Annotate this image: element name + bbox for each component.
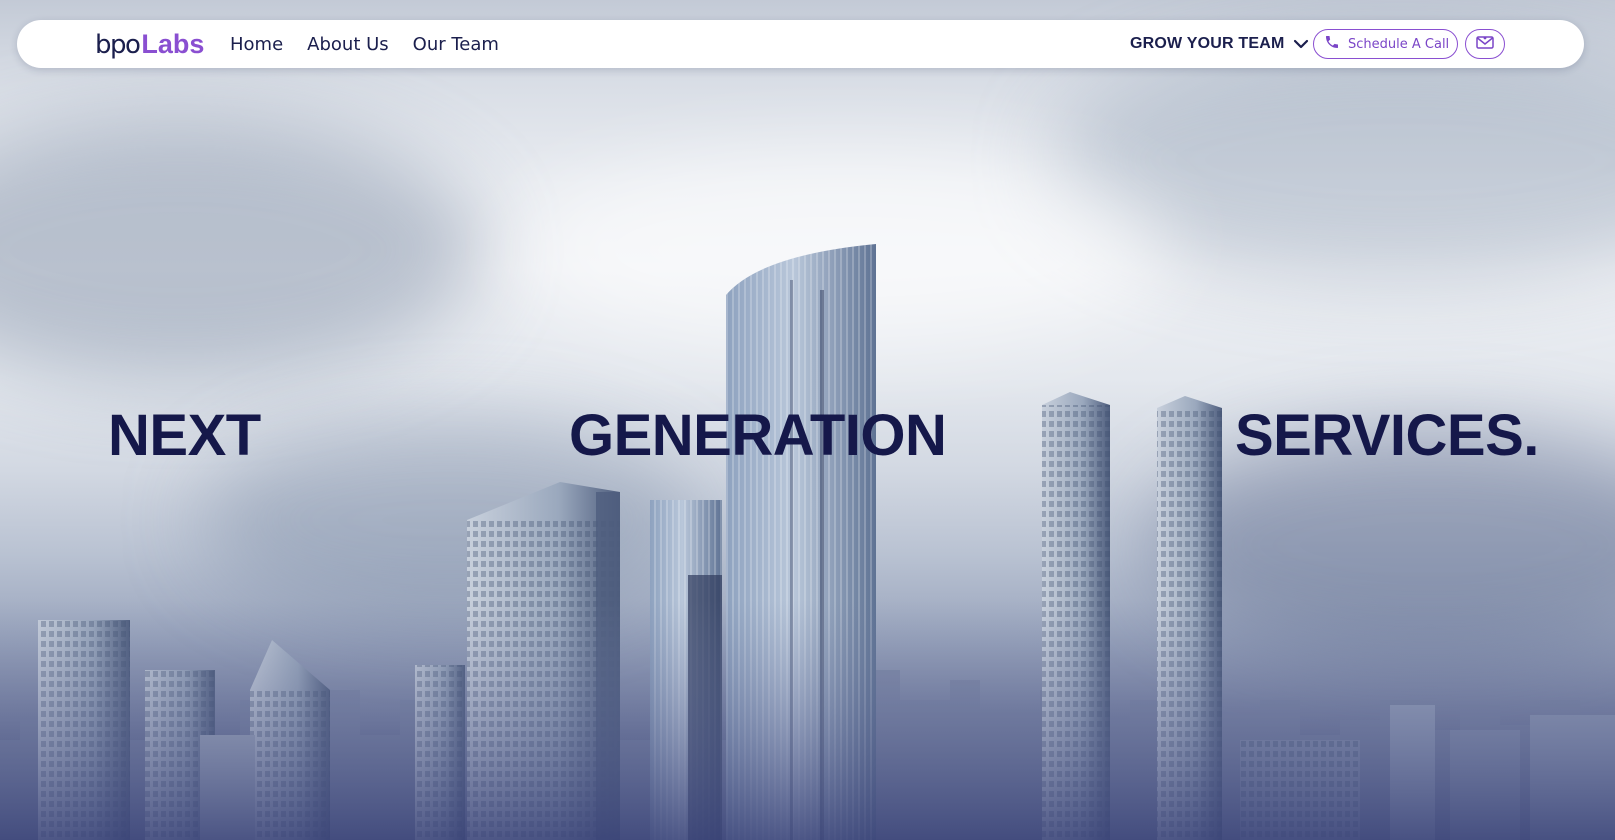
headline-word-generation: GENERATION [569,403,947,468]
hero-section: bpo Labs Home About Us Our Team GROW YOU… [0,0,1615,840]
schedule-call-label: Schedule A Call [1348,36,1450,52]
grow-your-team-label: GROW YOUR TEAM [1130,35,1285,52]
headline-word-services: SERVICES. [1235,403,1539,468]
schedule-call-button[interactable]: Schedule A Call [1313,29,1458,59]
brand-logo[interactable]: bpo Labs [95,26,204,62]
nav-link-about-us[interactable]: About Us [307,34,389,55]
logo-text-bpo: bpo [95,30,141,60]
nav-link-home[interactable]: Home [230,34,283,55]
phone-icon [1324,34,1340,55]
headline-word-next: NEXT [108,403,261,468]
grow-your-team-dropdown[interactable]: GROW YOUR TEAM [1130,20,1309,68]
nav-links: Home About Us Our Team [230,20,523,68]
mail-icon [1475,34,1495,55]
nav-link-our-team[interactable]: Our Team [413,34,499,55]
top-navbar: bpo Labs Home About Us Our Team GROW YOU… [17,20,1584,68]
contact-mail-button[interactable] [1465,29,1505,59]
logo-text-labs: Labs [141,29,205,59]
chevron-down-icon [1293,38,1309,50]
